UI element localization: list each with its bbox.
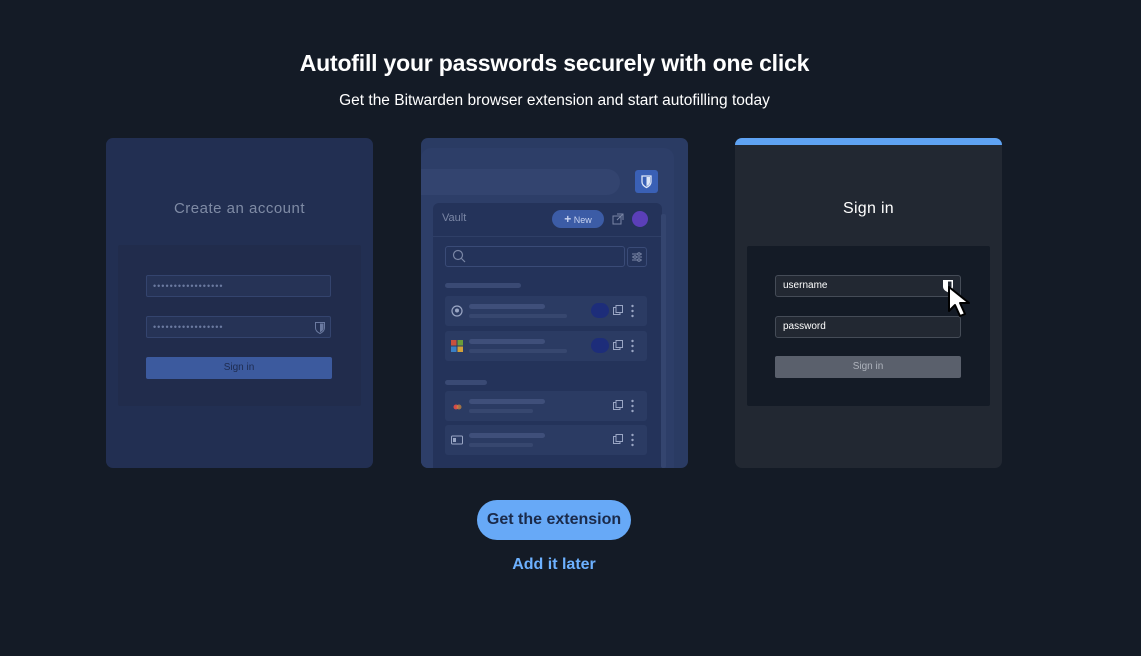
sign-in-illustration: Sign in username password Sign in <box>735 138 1002 468</box>
search-input-illustration <box>445 246 625 267</box>
accent-bar <box>735 138 1002 145</box>
new-button-illustration: + New <box>552 210 604 228</box>
create-account-form: ••••••••••••••••• ••••••••••••••••• Sign… <box>118 245 361 406</box>
username-field-illustration: username <box>775 275 961 297</box>
more-options-icon <box>631 399 634 413</box>
mouse-cursor-icon <box>947 285 975 324</box>
panel-divider <box>433 236 662 237</box>
plus-icon: + <box>564 212 572 226</box>
create-account-illustration: Create an account ••••••••••••••••• ••••… <box>106 138 373 468</box>
section-header-placeholder <box>445 283 521 288</box>
list-item <box>445 296 647 326</box>
more-options-icon <box>631 433 634 447</box>
username-value: username <box>783 280 828 291</box>
sign-in-heading: Sign in <box>842 200 895 217</box>
item-subtitle-placeholder <box>469 349 567 353</box>
add-it-later-link[interactable]: Add it later <box>474 556 634 574</box>
copy-icon <box>613 434 623 444</box>
item-subtitle-placeholder <box>469 409 533 413</box>
bitwarden-shield-icon <box>315 321 325 341</box>
get-extension-button[interactable]: Get the extension <box>477 500 631 540</box>
item-title-placeholder <box>469 433 545 438</box>
sign-in-button-illustration: Sign in <box>146 357 332 379</box>
search-icon <box>452 249 466 263</box>
create-account-heading: Create an account <box>173 200 306 217</box>
item-title-placeholder <box>469 339 545 344</box>
autofill-toggle <box>591 303 609 318</box>
password-field-illustration: ••••••••••••••••• <box>146 316 331 338</box>
item-subtitle-placeholder <box>469 314 567 318</box>
copy-icon <box>613 400 623 410</box>
autofill-toggle <box>591 338 609 353</box>
copy-icon <box>613 340 623 350</box>
list-item <box>445 425 647 455</box>
avatar <box>632 211 648 227</box>
email-field-illustration: ••••••••••••••••• <box>146 275 331 297</box>
sign-in-form: username password Sign in <box>747 246 990 406</box>
more-options-icon <box>631 304 634 318</box>
password-field-illustration: password <box>775 316 961 338</box>
filter-icon <box>627 247 647 267</box>
section-header-placeholder <box>445 380 487 385</box>
vault-label: Vault <box>442 212 467 224</box>
popout-icon <box>612 212 624 225</box>
new-label: New <box>573 215 592 225</box>
sign-in-button-illustration: Sign in <box>775 356 961 378</box>
address-bar <box>421 169 620 195</box>
item-title-placeholder <box>469 304 545 309</box>
list-item <box>445 391 647 421</box>
vault-panel: Vault + New <box>433 203 662 468</box>
card-icon <box>453 404 462 410</box>
scrollbar-illustration <box>661 214 666 468</box>
github-icon <box>451 305 463 317</box>
bitwarden-extension-icon <box>635 170 658 193</box>
item-title-placeholder <box>469 399 545 404</box>
item-subtitle-placeholder <box>469 443 533 447</box>
list-item <box>445 331 647 361</box>
page-title: Autofill your passwords securely with on… <box>299 50 810 76</box>
copy-icon <box>613 305 623 315</box>
id-card-icon <box>451 435 463 445</box>
extension-vault-illustration: Vault + New <box>421 138 688 468</box>
more-options-icon <box>631 339 634 353</box>
microsoft-icon <box>451 340 463 352</box>
page-subtitle: Get the Bitwarden browser extension and … <box>339 92 770 109</box>
password-dots: ••••••••••••••••• <box>153 322 224 332</box>
